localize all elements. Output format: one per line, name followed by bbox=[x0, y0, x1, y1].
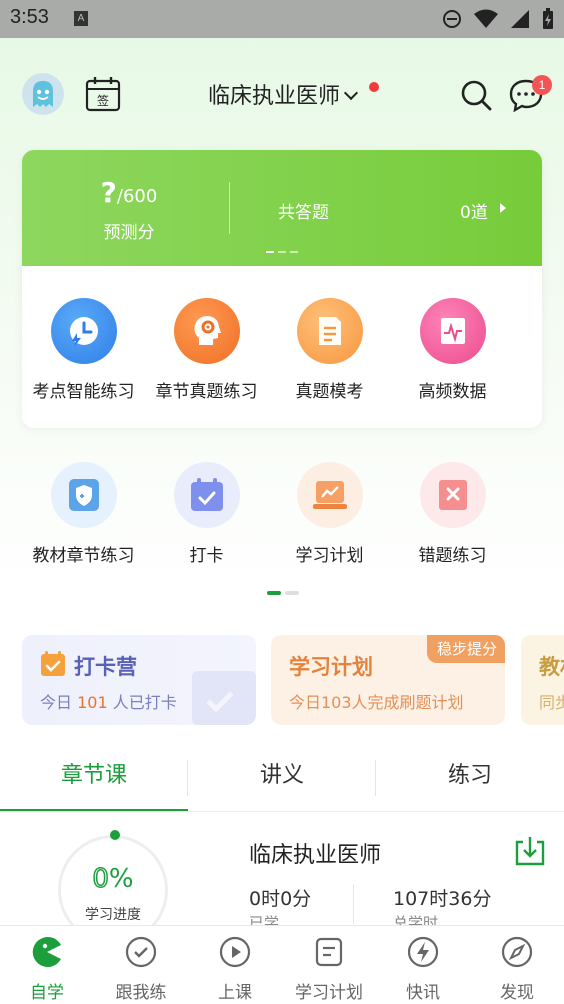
plan-chart-icon bbox=[296, 462, 363, 528]
exam-notification-dot bbox=[369, 82, 379, 92]
answered-value[interactable]: 0道 bbox=[460, 198, 488, 223]
feature-check-in[interactable]: 打卡 bbox=[145, 462, 268, 566]
banner-indicator bbox=[266, 251, 298, 253]
promo-check-in-camp[interactable]: 打卡营 今日 101 人已打卡 bbox=[22, 635, 256, 725]
nav-label: 快讯 bbox=[406, 983, 440, 1003]
wifi-icon bbox=[474, 9, 498, 28]
total-time: 107时36分 bbox=[393, 888, 492, 910]
chevron-down-icon bbox=[343, 85, 359, 101]
nav-study-plan[interactable]: 学习计划 bbox=[282, 926, 376, 1004]
chart-board-icon bbox=[419, 298, 486, 364]
nav-class[interactable]: 上课 bbox=[188, 926, 282, 1004]
promo-study-plan[interactable]: 学习计划 今日103人完成刷题计划 稳步提分 bbox=[271, 635, 505, 725]
calendar-check-icon bbox=[173, 462, 240, 528]
feature-label: 教材章节练习 bbox=[32, 546, 135, 566]
flash-icon bbox=[407, 936, 439, 968]
tab-divider bbox=[187, 760, 188, 796]
calendar-decoration-icon bbox=[192, 671, 256, 725]
promo-title: 学习计划 bbox=[289, 655, 373, 679]
promo-subtitle: 今日103人完成刷题计划 bbox=[289, 693, 464, 712]
promo-textbook[interactable]: 教材 同步 bbox=[521, 635, 564, 725]
course-tabs: 章节课 讲义 练习 bbox=[0, 744, 564, 812]
wrong-answer-icon bbox=[419, 462, 486, 528]
status-icons bbox=[442, 8, 554, 30]
feature-label: 学习计划 bbox=[295, 546, 364, 566]
feature-high-frequency[interactable]: 高频数据 bbox=[391, 298, 514, 402]
feature-wrong-answers[interactable]: 错题练习 bbox=[391, 462, 514, 566]
feature-label: 高频数据 bbox=[418, 382, 487, 402]
signal-icon bbox=[511, 10, 529, 28]
score-banner[interactable]: ?/600 预测分 共答题 0道 bbox=[22, 150, 542, 266]
do-not-disturb-icon bbox=[443, 10, 461, 28]
tab-chapter-course[interactable]: 章节课 bbox=[0, 744, 188, 812]
check-circle-icon bbox=[125, 936, 157, 968]
promo-subtitle: 同步 bbox=[539, 693, 564, 712]
nav-practice-with-me[interactable]: 跟我练 bbox=[94, 926, 188, 1004]
grid-page-indicator bbox=[267, 591, 299, 595]
promo-tag: 稳步提分 bbox=[426, 635, 505, 663]
nav-label: 上课 bbox=[218, 983, 252, 1003]
score-card: ?/600 预测分 共答题 0道 考点智能练习 章节真题练习 真题模考 高频数据 bbox=[22, 150, 542, 428]
nav-discover[interactable]: 发现 bbox=[470, 926, 564, 1004]
tab-underline-divider bbox=[0, 811, 564, 812]
shield-book-icon bbox=[50, 462, 117, 528]
head-gear-icon bbox=[173, 298, 240, 364]
feature-label: 真题模考 bbox=[295, 382, 364, 402]
download-icon[interactable] bbox=[514, 836, 546, 866]
feature-label: 章节真题练习 bbox=[155, 382, 258, 402]
arrow-right-icon bbox=[500, 203, 506, 213]
progress-indicator-dot bbox=[110, 830, 120, 840]
calendar-check-icon bbox=[41, 651, 65, 676]
progress-percent: 0% bbox=[92, 863, 134, 895]
learned-time: 0时0分 bbox=[249, 888, 312, 910]
document-icon bbox=[296, 298, 363, 364]
clock-bolt-icon bbox=[50, 298, 117, 364]
nav-label: 自学 bbox=[30, 983, 64, 1003]
feature-chapter-exam[interactable]: 章节真题练习 bbox=[145, 298, 268, 402]
nav-news-flash[interactable]: 快讯 bbox=[376, 926, 470, 1004]
feature-smart-practice[interactable]: 考点智能练习 bbox=[22, 298, 145, 402]
answered-label: 共答题 bbox=[278, 203, 329, 223]
promo-subtitle: 今日 101 人已打卡 bbox=[40, 693, 177, 712]
play-circle-icon bbox=[219, 936, 251, 968]
compass-icon bbox=[501, 936, 533, 968]
promo-title: 打卡营 bbox=[74, 655, 137, 679]
notification-icon: A bbox=[74, 11, 88, 26]
feature-study-plan[interactable]: 学习计划 bbox=[268, 462, 391, 566]
score-total: /600 bbox=[116, 186, 158, 207]
feature-label: 考点智能练习 bbox=[32, 382, 135, 402]
search-icon[interactable] bbox=[459, 78, 493, 112]
status-time: 3:53 bbox=[10, 6, 49, 28]
tab-practice[interactable]: 练习 bbox=[376, 744, 564, 812]
check-in-count: 101 bbox=[77, 693, 108, 712]
nav-self-study[interactable]: 自学 bbox=[0, 926, 94, 1004]
tab-divider bbox=[375, 760, 376, 796]
score-label: 预测分 bbox=[103, 223, 155, 243]
main-feature-grid: 考点智能练习 章节真题练习 真题模考 高频数据 bbox=[22, 298, 542, 402]
divider bbox=[229, 182, 230, 234]
predicted-score: ?/600 bbox=[84, 176, 174, 209]
stat-divider bbox=[353, 884, 354, 924]
exam-title: 临床执业医师 bbox=[207, 84, 340, 109]
plan-doc-icon bbox=[315, 937, 343, 967]
nav-label: 发现 bbox=[500, 983, 534, 1003]
self-study-icon bbox=[32, 937, 61, 967]
battery-icon bbox=[543, 8, 553, 29]
bottom-nav: 自学 跟我练 上课 学习计划 快讯 发现 bbox=[0, 925, 564, 1004]
promo-title: 教材 bbox=[539, 655, 564, 679]
nav-label: 跟我练 bbox=[115, 983, 167, 1003]
secondary-feature-grid: 教材章节练习 打卡 学习计划 错题练习 bbox=[22, 462, 542, 566]
tab-handouts[interactable]: 讲义 bbox=[188, 744, 376, 812]
progress-label: 学习进度 bbox=[85, 907, 141, 923]
nav-label: 学习计划 bbox=[295, 983, 363, 1003]
course-title[interactable]: 临床执业医师 bbox=[249, 837, 381, 869]
status-bar: 3:53 A bbox=[0, 0, 564, 38]
feature-mock-exam[interactable]: 真题模考 bbox=[268, 298, 391, 402]
feature-label: 打卡 bbox=[189, 546, 224, 566]
score-value: ? bbox=[100, 176, 117, 209]
feature-textbook-practice[interactable]: 教材章节练习 bbox=[22, 462, 145, 566]
feature-label: 错题练习 bbox=[418, 546, 487, 566]
message-badge: 1 bbox=[532, 75, 552, 95]
